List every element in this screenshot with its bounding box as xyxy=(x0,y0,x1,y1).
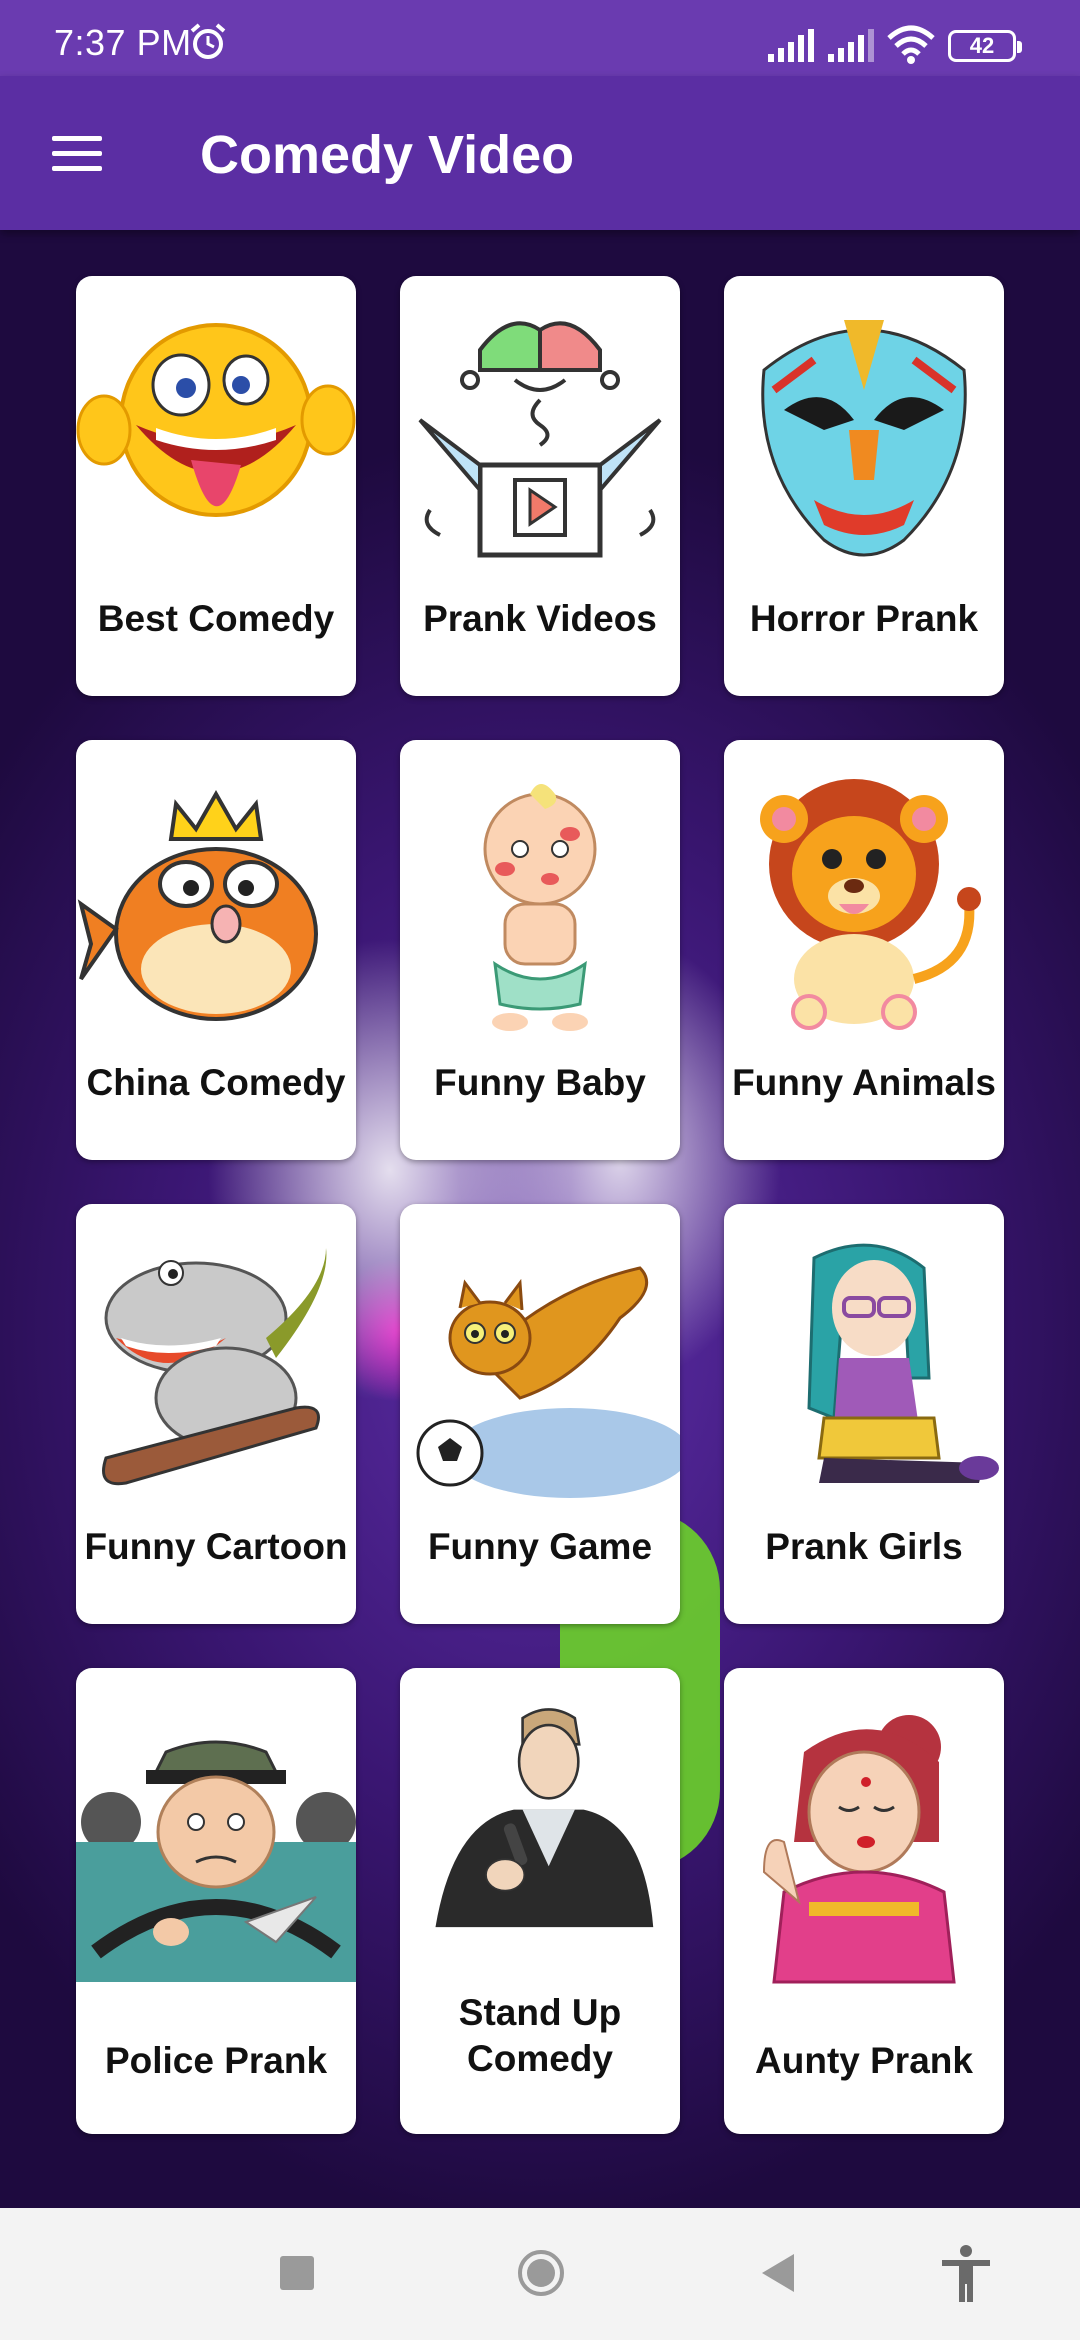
category-card-funny-animals[interactable]: Funny Animals xyxy=(724,740,1004,1160)
category-card-horror-prank[interactable]: Horror Prank xyxy=(724,276,1004,696)
police-driver-icon xyxy=(76,1740,356,1982)
recents-icon[interactable] xyxy=(280,2256,314,2290)
back-icon[interactable] xyxy=(758,2252,798,2294)
category-card-funny-cartoon[interactable]: Funny Cartoon xyxy=(76,1204,356,1624)
category-grid: Best Comedy Prank Videos Horror Prank Ch… xyxy=(76,276,1004,2134)
category-card-prank-videos[interactable]: Prank Videos xyxy=(400,276,680,696)
battery-icon: 42 xyxy=(948,30,1022,62)
category-label: Aunty Prank xyxy=(755,2040,973,2081)
page-title: Comedy Video xyxy=(200,125,575,185)
lion-icon xyxy=(760,779,981,1030)
category-label: Funny Cartoon xyxy=(84,1526,348,1567)
category-card-police-prank[interactable]: Police Prank xyxy=(76,1668,356,2134)
laughing-emoji-icon xyxy=(76,323,356,517)
status-time: 7:37 PM xyxy=(54,22,192,63)
category-label: Horror Prank xyxy=(749,598,979,639)
category-label: Stand Up Comedy xyxy=(458,1992,622,2079)
category-label: Police Prank xyxy=(104,2040,328,2081)
wifi-icon xyxy=(887,25,935,64)
alarm-icon xyxy=(190,23,226,59)
aunty-icon xyxy=(762,1715,956,1984)
girl-sitting-icon xyxy=(807,1243,999,1483)
category-label: Funny Game xyxy=(427,1526,653,1567)
battery-level: 42 xyxy=(969,33,995,58)
hippo-sled-icon xyxy=(102,1248,327,1486)
category-label: Prank Videos xyxy=(423,598,657,639)
comedian-mic-icon xyxy=(435,1708,654,1928)
system-nav-bar xyxy=(0,2208,1080,2340)
category-card-china-comedy[interactable]: China Comedy xyxy=(76,740,356,1160)
category-card-best-comedy[interactable]: Best Comedy xyxy=(76,276,356,696)
signal-icon xyxy=(828,29,874,62)
crowned-fish-icon xyxy=(77,789,318,1021)
status-bar: 7:37 PM 42 xyxy=(0,0,1080,76)
home-icon[interactable] xyxy=(516,2248,566,2298)
opera-mask-icon xyxy=(761,320,967,557)
category-card-funny-baby[interactable]: Funny Baby xyxy=(400,740,680,1160)
category-label: Funny Baby xyxy=(434,1062,646,1103)
category-card-stand-up-comedy[interactable]: Stand Up Comedy xyxy=(400,1668,680,2134)
category-label: China Comedy xyxy=(86,1062,346,1103)
category-label: Funny Animals xyxy=(732,1062,996,1103)
category-card-funny-game[interactable]: Funny Game xyxy=(400,1204,680,1624)
signal-icon xyxy=(768,29,814,62)
hamburger-menu-icon[interactable] xyxy=(40,118,114,188)
jester-box-icon xyxy=(418,321,662,558)
app-bar: Comedy Video xyxy=(0,76,1080,230)
accessibility-icon[interactable] xyxy=(940,2244,992,2304)
category-label: Prank Girls xyxy=(765,1526,963,1567)
category-card-aunty-prank[interactable]: Aunty Prank xyxy=(724,1668,1004,2134)
category-label: Best Comedy xyxy=(97,598,335,639)
category-card-prank-girls[interactable]: Prank Girls xyxy=(724,1204,1004,1624)
cat-soccer-icon xyxy=(416,1266,680,1498)
baby-icon xyxy=(483,784,597,1031)
